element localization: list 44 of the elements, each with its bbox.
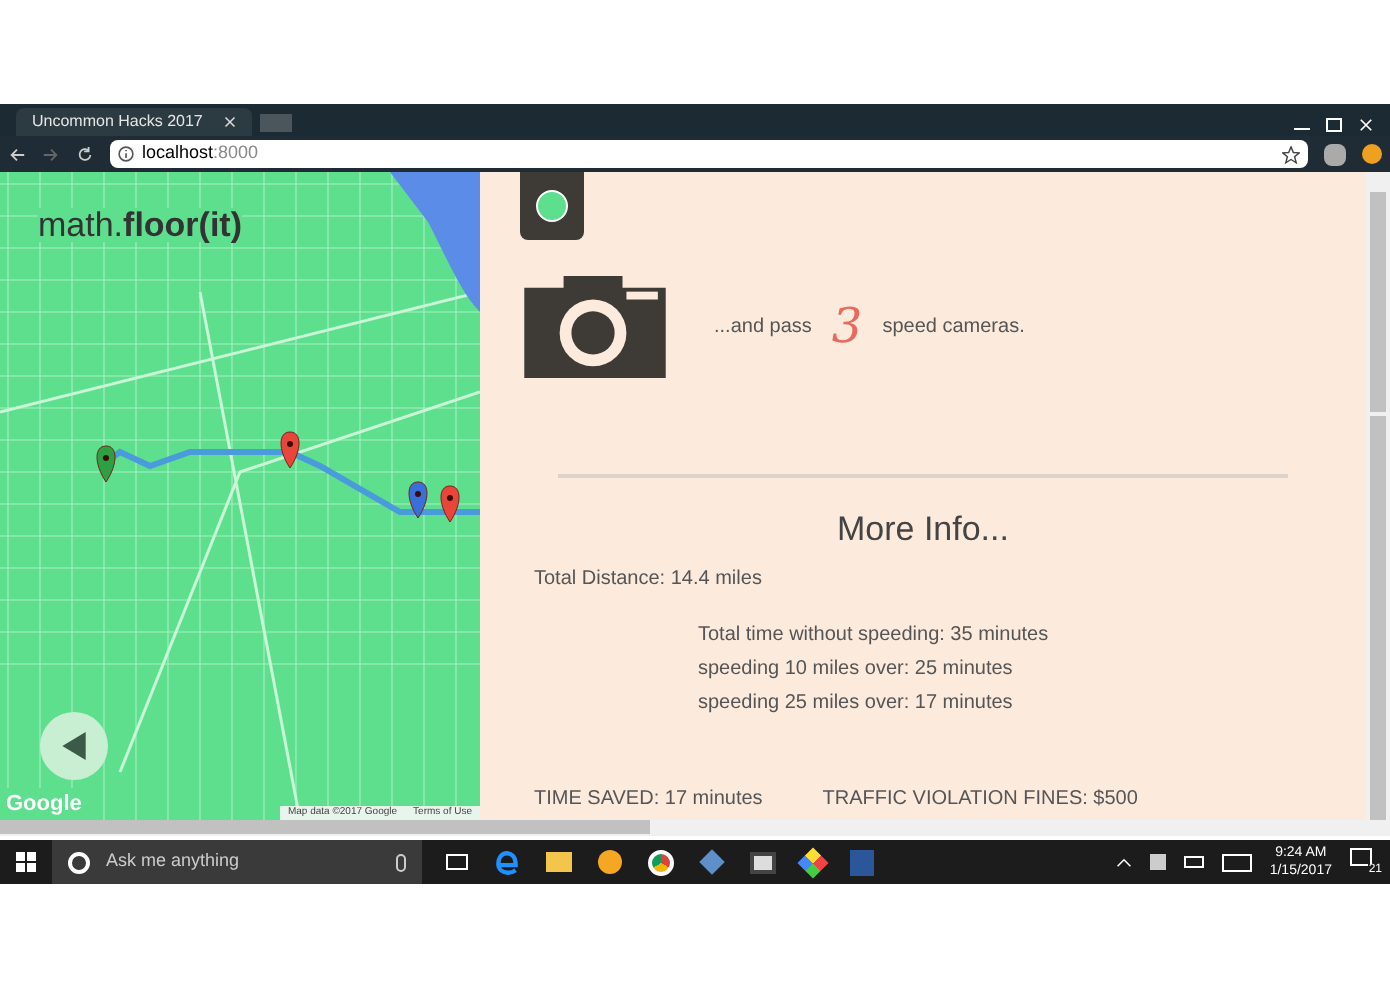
back-button[interactable]	[40, 712, 108, 780]
notification-icon[interactable]	[1362, 144, 1382, 164]
maximize-icon[interactable]	[1326, 118, 1342, 132]
map-pin	[96, 445, 116, 483]
windows-logo-icon[interactable]	[16, 852, 36, 872]
triangle-left-icon	[60, 732, 88, 760]
close-icon[interactable]	[1358, 118, 1374, 132]
map-pin	[408, 481, 428, 519]
fines-total: TRAFFIC VIOLATION FINES: $500	[822, 785, 1138, 813]
map-pin	[440, 485, 460, 523]
cortana-icon	[68, 851, 90, 873]
camera-icon	[520, 271, 670, 381]
microphone-icon	[396, 853, 406, 871]
cameras-text: speed cameras.	[882, 313, 1025, 341]
url-text: localhost:8000	[142, 140, 259, 167]
total-distance: Total Distance: 14.4 miles	[534, 565, 764, 593]
time-estimate: speeding 10 miles over: 25 minutes	[698, 655, 1015, 683]
time-estimate: speeding 25 miles over: 17 minutes	[698, 689, 1015, 717]
edge-icon[interactable]	[494, 849, 520, 875]
map-pin	[280, 431, 300, 469]
vertical-scrollbar[interactable]	[1366, 172, 1390, 820]
browser-tab[interactable]: Uncommon Hacks 2017	[16, 108, 252, 136]
browser-icon[interactable]	[648, 849, 674, 875]
horizontal-scrollbar[interactable]	[0, 820, 1390, 836]
search-field[interactable]: Ask me anything	[52, 840, 422, 884]
time-estimate: Total time without speeding: 35 minutes	[698, 621, 1051, 649]
battery-icon[interactable]	[1183, 856, 1204, 868]
camera-count: 3	[831, 296, 863, 358]
section-heading: More Info...	[835, 508, 1011, 552]
traffic-light-icon	[520, 172, 584, 240]
back-icon[interactable]	[8, 145, 26, 163]
info-icon	[118, 146, 134, 162]
cameras-text: ...and pass	[714, 313, 812, 341]
task-view-icon[interactable]	[446, 854, 468, 870]
app-logo: math.floor(it)	[38, 208, 243, 242]
reload-icon[interactable]	[76, 145, 94, 163]
star-icon[interactable]	[1282, 145, 1300, 163]
box-icon[interactable]	[699, 849, 725, 875]
forward-icon[interactable]	[42, 145, 60, 163]
close-tab-icon[interactable]	[224, 116, 236, 128]
map-attribution: Google	[6, 787, 82, 820]
chevron-up-icon[interactable]	[1115, 857, 1132, 867]
address-bar[interactable]: localhost:8000	[110, 140, 1308, 168]
time-saved: TIME SAVED: 17 minutes	[534, 785, 763, 813]
